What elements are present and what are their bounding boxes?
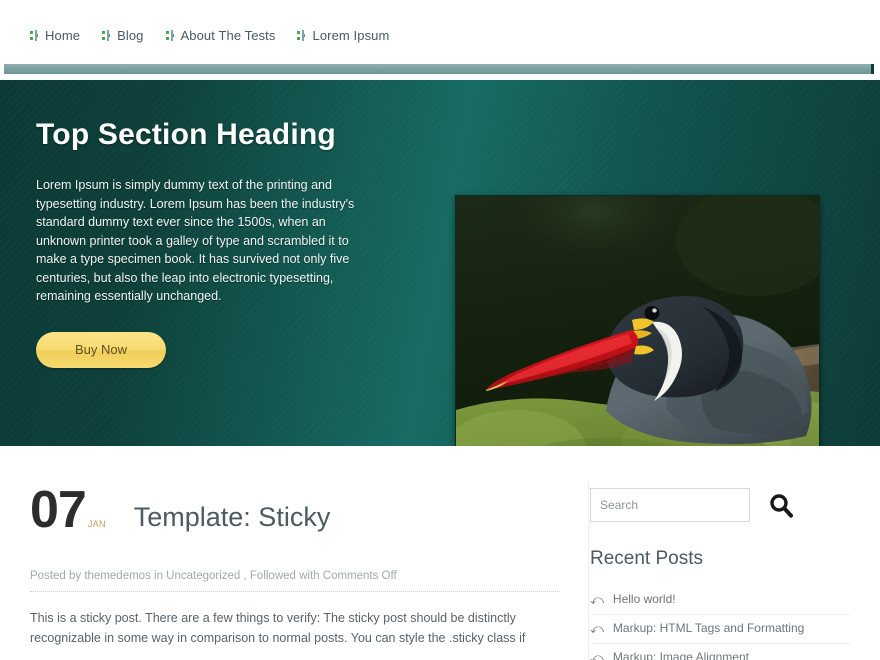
post-date-day: 07 <box>30 481 87 539</box>
list-item[interactable]: ⤺ Markup: HTML Tags and Formatting <box>590 615 850 644</box>
nav-item-label: Lorem Ipsum <box>312 27 390 43</box>
hero-text-block: Top Section Heading Lorem Ipsum is simpl… <box>0 80 400 368</box>
inca-tern-bird-photo <box>456 196 819 446</box>
nav-item-label: Blog <box>117 27 144 43</box>
header-divider-bar <box>4 64 874 74</box>
hero-paragraph: Lorem Ipsum is simply dummy text of the … <box>36 178 355 303</box>
nav-item-label: About The Tests <box>180 27 276 43</box>
curved-arrow-icon: ⤺ <box>590 620 604 636</box>
post-title[interactable]: Template: Sticky <box>134 502 331 532</box>
list-item[interactable]: ⤺ Markup: Image Alignment <box>590 644 850 660</box>
green-dots-bullet-icon <box>30 29 39 41</box>
top-navigation-bar: Home Blog About The Tests Lorem Ipsum <box>0 0 880 64</box>
buy-now-button[interactable]: Buy Now <box>36 331 166 368</box>
nav-item-about-the-tests[interactable]: About The Tests <box>165 27 276 43</box>
hero-heading: Top Section Heading <box>36 118 336 151</box>
search-icon[interactable] <box>768 492 794 518</box>
main-menu: Home Blog About The Tests Lorem Ipsum <box>30 28 389 43</box>
nav-item-label: Home <box>45 27 81 43</box>
curved-arrow-icon: ⤺ <box>590 649 604 660</box>
nav-item-blog[interactable]: Blog <box>102 28 143 43</box>
post-date: 07 JAN <box>30 481 106 539</box>
hero-image <box>455 195 820 446</box>
post-body: This is a sticky post. There are a few t… <box>30 611 526 645</box>
sidebar: Recent Posts ⤺ Hello world! ⤺ Markup: HT… <box>590 446 850 660</box>
post-meta-divider <box>30 591 560 592</box>
green-dots-bullet-icon <box>297 29 306 41</box>
post-date-month: JAN <box>87 519 106 529</box>
recent-post-label: Markup: Image Alignment <box>612 650 749 660</box>
post-meta: Posted by themedemos in Uncategorized , … <box>30 570 397 582</box>
green-dots-bullet-icon <box>165 29 175 41</box>
recent-post-label: Markup: HTML Tags and Formatting <box>612 621 805 635</box>
green-dots-bullet-icon <box>102 29 111 41</box>
curved-arrow-icon: ⤺ <box>590 591 604 607</box>
hero-section: Top Section Heading Lorem Ipsum is simpl… <box>0 80 880 446</box>
search-widget <box>590 488 850 522</box>
nav-item-home[interactable]: Home <box>30 28 80 43</box>
recent-post-label: Hello world! <box>612 592 676 606</box>
post-header: 07 JAN Template: Sticky <box>30 481 560 539</box>
main-column: 07 JAN Template: Sticky Posted by themed… <box>30 446 560 660</box>
nav-item-lorem-ipsum[interactable]: Lorem Ipsum <box>297 28 389 43</box>
page-content: 07 JAN Template: Sticky Posted by themed… <box>0 446 880 660</box>
recent-posts-heading: Recent Posts <box>590 548 703 569</box>
recent-posts-list: ⤺ Hello world! ⤺ Markup: HTML Tags and F… <box>590 586 850 660</box>
list-item[interactable]: ⤺ Hello world! <box>590 586 850 615</box>
search-input[interactable] <box>590 488 750 522</box>
sidebar-divider <box>588 482 589 660</box>
header-divider <box>0 64 880 74</box>
